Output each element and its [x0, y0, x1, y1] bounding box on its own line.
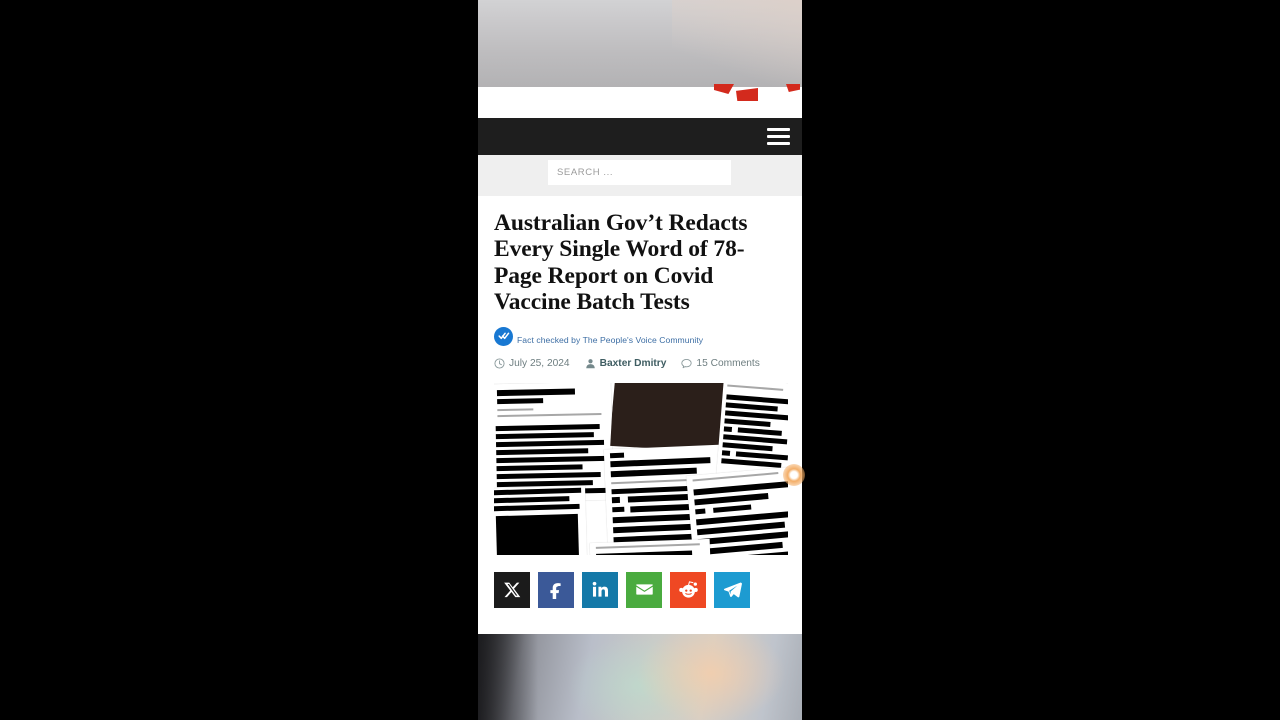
comments-count-text: 15 Comments — [696, 357, 760, 369]
share-button-telegram[interactable] — [714, 571, 750, 608]
article-author-name: Baxter Dmitry — [599, 357, 667, 369]
hamburger-line — [767, 135, 790, 138]
share-button-email[interactable] — [626, 571, 662, 608]
clock-icon — [494, 358, 505, 369]
screen: Australian Gov’t Redacts Every Single Wo… — [0, 0, 1280, 720]
share-button-facebook[interactable] — [538, 571, 574, 608]
share-button-reddit[interactable] — [670, 571, 706, 608]
comments-count[interactable]: 15 Comments — [681, 357, 760, 369]
article-headline: Australian Gov’t Redacts Every Single Wo… — [494, 210, 748, 316]
mobile-page-viewport: Australian Gov’t Redacts Every Single Wo… — [478, 0, 802, 720]
page-footer-image-crop — [478, 634, 802, 720]
social-share-row — [494, 571, 786, 625]
hamburger-menu-icon[interactable] — [767, 127, 790, 146]
search-bar-container — [478, 155, 802, 196]
article-meta-row: July 25, 2024 Baxter Dmitry 15 Comments — [494, 358, 786, 369]
header-image-tint — [672, 0, 802, 87]
redacted-document-sheet — [716, 382, 788, 480]
hamburger-line — [767, 128, 790, 131]
footer-image-shadow — [478, 634, 538, 720]
redacted-document-sheet — [494, 382, 614, 502]
share-button-x[interactable] — [494, 571, 530, 608]
page-header-image-crop — [478, 0, 802, 87]
x-logo-icon — [503, 581, 521, 598]
user-icon — [585, 358, 596, 369]
linkedin-logo-icon — [591, 580, 610, 599]
email-envelope-icon — [635, 580, 654, 599]
share-button-linkedin[interactable] — [582, 571, 618, 608]
article-featured-image — [494, 382, 788, 555]
navigation-bar — [478, 118, 802, 155]
fact-check-badge-icon — [494, 326, 513, 346]
publish-date: July 25, 2024 — [494, 358, 570, 369]
comment-bubble-icon — [681, 358, 693, 369]
fact-check-label: Fact checked by The People's Voice Commu… — [517, 334, 704, 345]
fact-check-row: Fact checked by The People's Voice Commu… — [494, 326, 786, 346]
telegram-plane-icon — [723, 580, 742, 599]
search-input[interactable] — [548, 160, 731, 185]
reddit-logo-icon — [678, 580, 698, 599]
hamburger-line — [767, 142, 790, 145]
publish-date-text: July 25, 2024 — [509, 357, 570, 369]
redacted-document-sheet — [494, 485, 587, 555]
article-author[interactable]: Baxter Dmitry — [585, 357, 667, 369]
article-container: Australian Gov’t Redacts Every Single Wo… — [478, 196, 802, 625]
facebook-logo-icon — [547, 580, 566, 600]
